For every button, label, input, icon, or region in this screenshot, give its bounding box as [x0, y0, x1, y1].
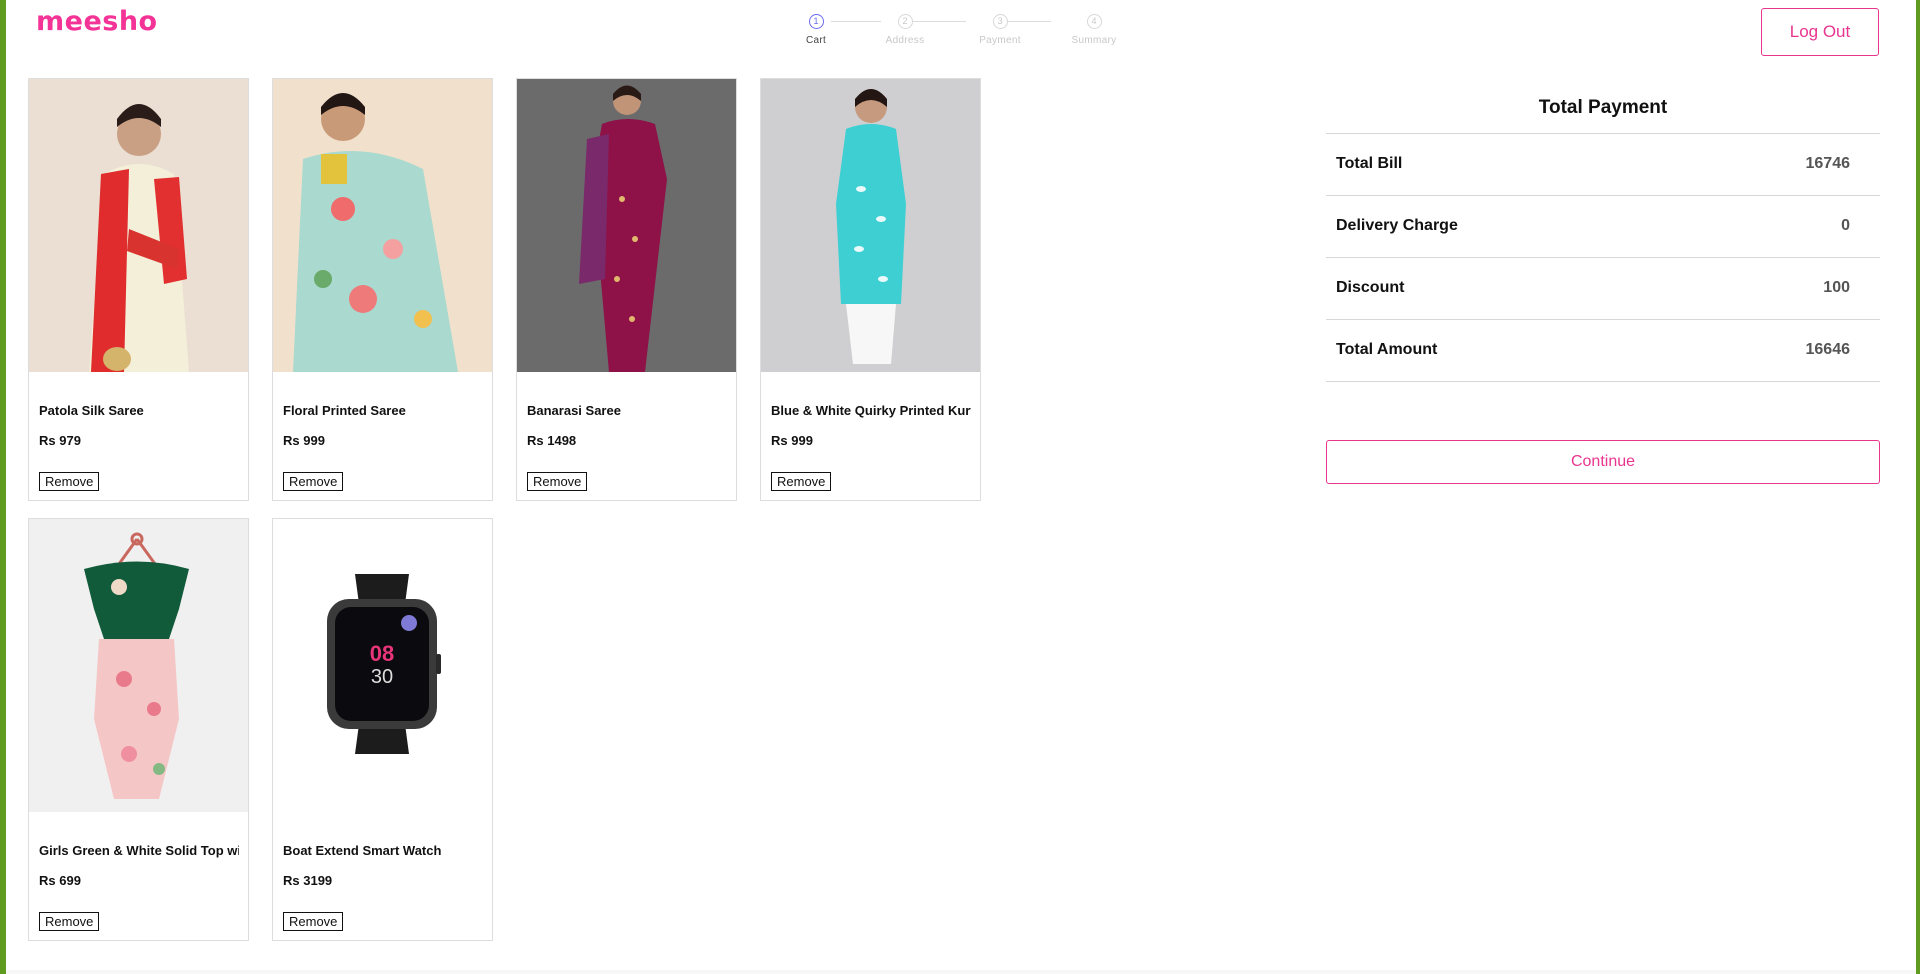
logout-button[interactable]: Log Out	[1761, 8, 1879, 56]
product-price: Rs 979	[39, 433, 81, 448]
step-summary: 4 Summary	[1064, 14, 1124, 46]
summary-value: 16646	[1805, 341, 1851, 358]
meesho-logo[interactable]: meesho	[36, 6, 158, 37]
cart-item-card: Girls Green & White Solid Top with Dhoti…	[28, 518, 249, 941]
step-label: Address	[885, 35, 925, 46]
summary-value: 0	[1841, 217, 1850, 234]
svg-text:08: 08	[370, 641, 394, 666]
remove-button[interactable]: Remove	[527, 472, 588, 491]
summary-row-delivery-charge: Delivery Charge 0	[1326, 195, 1880, 257]
step-number: 4	[1086, 14, 1102, 29]
summary-label: Total Bill	[1336, 155, 1403, 172]
product-price: Rs 999	[771, 433, 813, 448]
remove-button[interactable]: Remove	[39, 472, 100, 491]
summary-row-discount: Discount 100	[1326, 257, 1880, 319]
step-address: 2 Address	[875, 14, 935, 46]
continue-button[interactable]: Continue	[1326, 440, 1880, 484]
step-label: Payment	[979, 35, 1021, 46]
product-image	[29, 519, 248, 812]
checkout-stepper: 1 Cart 2 Address 3 Payment 4 Summary	[786, 14, 1126, 54]
summary-label: Delivery Charge	[1336, 217, 1458, 234]
product-name: Floral Printed Saree	[283, 403, 406, 418]
product-name: Boat Extend Smart Watch	[283, 843, 442, 858]
step-number: 3	[992, 14, 1008, 29]
summary-value: 100	[1823, 279, 1850, 296]
product-price: Rs 699	[39, 873, 81, 888]
payment-summary: Total Payment Total Bill 16746 Delivery …	[1326, 88, 1880, 382]
remove-button[interactable]: Remove	[39, 912, 100, 931]
product-name: Patola Silk Saree	[39, 403, 144, 418]
summary-row-total-bill: Total Bill 16746	[1326, 133, 1880, 195]
step-number: 1	[808, 14, 824, 29]
product-image	[761, 79, 980, 372]
product-price: Rs 1498	[527, 433, 577, 448]
product-name: Girls Green & White Solid Top with Dhoti…	[39, 843, 239, 858]
product-image	[517, 79, 736, 372]
cart-item-card: Floral Printed Saree Rs 999 Remove	[272, 78, 493, 501]
cart-item-card: Blue & White Quirky Printed Kurta Rs 999…	[760, 78, 981, 501]
product-image	[273, 79, 492, 372]
product-image: 08 30	[273, 519, 492, 812]
product-name: Banarasi Saree	[527, 403, 621, 418]
step-label: Summary	[1071, 35, 1117, 46]
summary-label: Discount	[1336, 279, 1405, 296]
cart-item-card: 08 30 Boat Extend Smart Watch Rs 3199 Re…	[272, 518, 493, 941]
product-price: Rs 3199	[283, 873, 333, 888]
remove-button[interactable]: Remove	[283, 912, 344, 931]
summary-title: Total Payment	[1538, 97, 1668, 118]
summary-row-total-amount: Total Amount 16646	[1326, 319, 1880, 382]
product-name: Blue & White Quirky Printed Kurta	[771, 403, 971, 418]
remove-button[interactable]: Remove	[771, 472, 832, 491]
product-image	[29, 79, 248, 372]
step-payment: 3 Payment	[970, 14, 1030, 46]
cart-item-card: Banarasi Saree Rs 1498 Remove	[516, 78, 737, 501]
svg-text:30: 30	[371, 666, 393, 688]
remove-button[interactable]: Remove	[283, 472, 344, 491]
cart-page: meesho 1 Cart 2 Address 3 Payment 4 Summ…	[6, 0, 1916, 970]
summary-label: Total Amount	[1336, 341, 1438, 358]
summary-value: 16746	[1805, 155, 1851, 172]
cart-item-card: Patola Silk Saree Rs 979 Remove	[28, 78, 249, 501]
step-cart: 1 Cart	[786, 14, 846, 46]
product-price: Rs 999	[283, 433, 325, 448]
step-number: 2	[897, 14, 913, 29]
step-label: Cart	[805, 35, 827, 46]
